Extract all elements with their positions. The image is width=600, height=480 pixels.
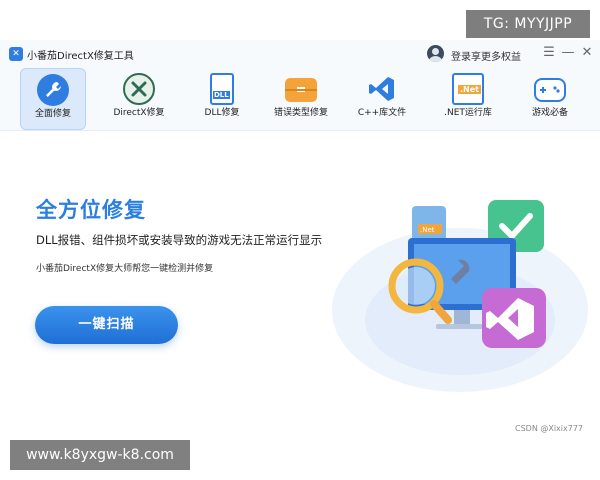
scan-button[interactable]: 一键扫描 [35,306,178,344]
app-logo-icon: ✕ [9,47,23,61]
tab-game-essentials[interactable]: 游戏必备 [520,68,580,130]
tab-label: .NET运行库 [444,108,492,118]
toolbox-icon [285,78,317,102]
dotnet-icon: .Net [452,73,484,105]
title-bar: ✕ 小番茄DirectX修复工具 登录享更多权益 ☰ — ✕ [0,40,600,68]
user-avatar-icon[interactable] [427,45,444,62]
watermark-bottom: www.k8yxgw-k8.com [10,440,190,470]
tab-label: C++库文件 [357,108,407,118]
tab-label: 全面修复 [34,109,71,119]
gamepad-icon [534,78,566,102]
toolbar-divider [0,130,600,131]
tab-error-repair[interactable]: 错误类型修复 [268,68,334,130]
dll-file-icon: DLL [210,73,234,105]
directx-icon [123,73,155,105]
menu-icon[interactable]: ☰ [542,44,556,62]
login-link[interactable]: 登录享更多权益 [451,48,521,63]
tab-label: DirectX修复 [113,108,165,118]
wrench-icon [37,74,69,106]
illus-net-label: .Net [420,226,435,234]
tab-label: 游戏必备 [531,108,568,118]
tab-cpp-library[interactable]: C++库文件 [352,68,412,130]
tab-dotnet-runtime[interactable]: .Net .NET运行库 [438,68,498,130]
minimize-button[interactable]: — [561,44,575,62]
net-badge: .Net [458,85,481,94]
tab-label: 错误类型修复 [273,108,328,118]
app-title: 小番茄DirectX修复工具 [27,51,134,62]
page-subtitle: DLL报错、组件损坏或安装导致的游戏无法正常运行显示 [36,233,323,247]
dll-badge: DLL [213,91,230,99]
visual-studio-icon [366,73,398,105]
watermark-top: TG: MYYJJPP [466,10,590,38]
repair-illustration: .Net [332,200,588,392]
tab-directx-repair[interactable]: DirectX修复 [104,68,174,130]
csdn-credit: CSDN @Xixix777 [515,424,584,433]
main-toolbar: 全面修复 DirectX修复 DLL DLL修复 错误类型修复 C++库文件 .… [0,68,600,130]
tab-dll-repair[interactable]: DLL DLL修复 [192,68,252,130]
page-description: 小番茄DirectX修复大师帮您一键检测并修复 [36,264,214,274]
page-title: 全方位修复 [36,198,146,222]
tab-label: DLL修复 [204,108,240,118]
close-button[interactable]: ✕ [580,44,594,62]
tab-full-repair[interactable]: 全面修复 [20,68,86,130]
